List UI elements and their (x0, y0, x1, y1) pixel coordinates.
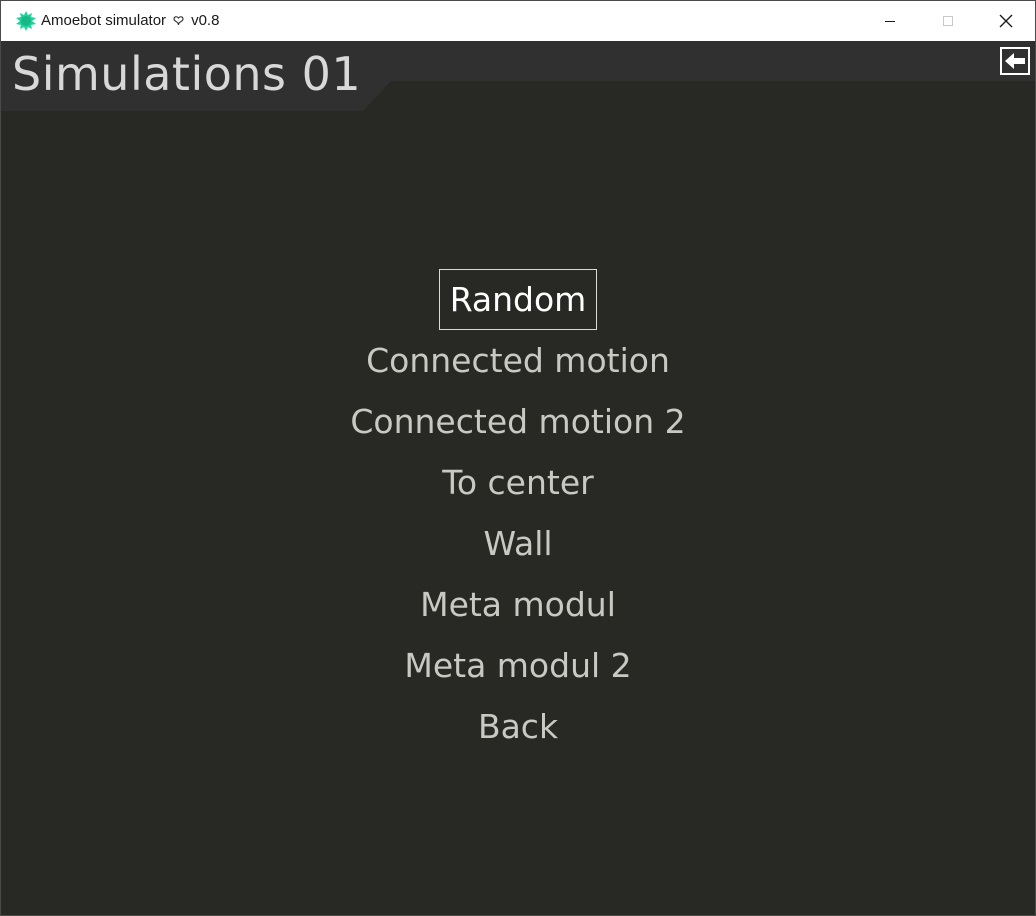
clover-glyph-icon (172, 13, 185, 28)
close-button[interactable] (977, 1, 1035, 41)
minimize-button[interactable] (861, 1, 919, 41)
app-window: Amoebot simulator v0.8 Simulations 01 Ra… (0, 0, 1036, 916)
amoeba-app-icon (16, 11, 36, 31)
menu-item-random[interactable]: Random (438, 269, 598, 330)
menu-item-meta-modul-2[interactable]: Meta modul 2 (394, 635, 641, 696)
back-arrow-button[interactable] (1000, 47, 1030, 75)
close-icon (999, 14, 1013, 28)
menu-item-wall[interactable]: Wall (473, 513, 562, 574)
simulation-menu: Random Connected motion Connected motion… (1, 269, 1035, 757)
menu-item-back[interactable]: Back (468, 696, 568, 757)
menu-item-meta-modul[interactable]: Meta modul (410, 574, 626, 635)
maximize-icon (943, 16, 953, 26)
main-content: Simulations 01 Random Connected motion C… (1, 41, 1035, 915)
window-version: v0.8 (191, 12, 220, 29)
menu-item-connected-motion[interactable]: Connected motion (356, 330, 680, 391)
minimize-icon (885, 21, 895, 22)
window-title: Amoebot simulator v0.8 (41, 12, 219, 29)
title-bar[interactable]: Amoebot simulator v0.8 (1, 1, 1035, 42)
menu-item-to-center[interactable]: To center (432, 452, 603, 513)
arrow-left-icon (1005, 53, 1025, 69)
menu-item-connected-motion-2[interactable]: Connected motion 2 (340, 391, 695, 452)
maximize-button[interactable] (919, 1, 977, 41)
window-title-label: Amoebot simulator (41, 12, 167, 29)
page-title: Simulations 01 (12, 47, 362, 101)
